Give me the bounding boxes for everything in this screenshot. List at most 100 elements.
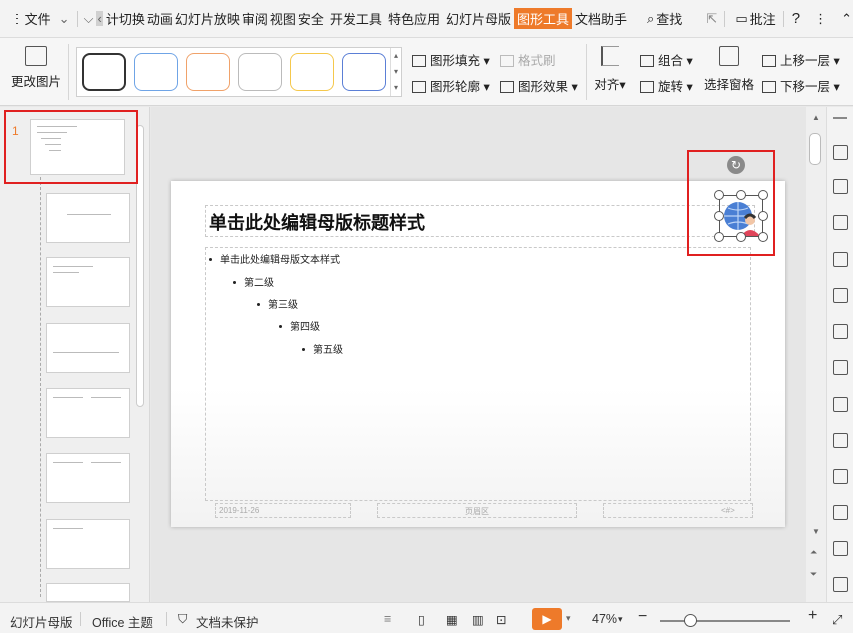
sorter-view-icon[interactable]: ▦ [446,612,458,627]
bring-forward-button[interactable]: 上移一层 ▾ [762,50,840,69]
next-page-icon[interactable]: ⏷ [810,569,817,580]
thumbnail-layout-6[interactable] [46,519,130,569]
shape-effect-label: 图形效果 [518,80,569,94]
scroll-left-icon[interactable]: ‹ [96,11,103,26]
dropdown-icon[interactable]: ⌵ [83,11,95,27]
share-icon[interactable] [833,433,848,448]
change-picture-button[interactable]: 更改图片 [10,46,62,90]
group-button[interactable]: 组合 ▾ [640,50,693,69]
collapse-icon[interactable]: ⌃ [840,11,853,27]
zoom-slider-track[interactable] [660,620,790,622]
style-swatch-6[interactable] [342,53,386,91]
zoom-level[interactable]: 47% [592,612,617,626]
style-swatch-5[interactable] [290,53,334,91]
level-3-text: 第三级 [257,296,298,311]
thumbnail-layout-7[interactable] [46,583,130,602]
rotate-button[interactable]: 旋转 ▾ [640,76,693,95]
send-backward-button[interactable]: 下移一层 ▾ [762,76,840,95]
picture-icon [25,46,47,66]
style-swatch-1[interactable] [82,53,126,91]
fit-window-icon[interactable]: ⤢ [832,612,842,628]
menu-bar: 文件 ⌄ ⌵ ‹ 计切换 动画 幻灯片放映 审阅 视图 安全 开发工具 特色应用… [0,0,853,38]
zoom-out-icon[interactable]: − [638,608,647,626]
body-placeholder[interactable] [205,247,751,501]
ribbon-divider [586,44,587,100]
chevron-down-icon[interactable]: ⌄ [58,11,71,27]
gallery-scroll[interactable]: ▴ ▾ ▾ [390,48,401,96]
search-icon[interactable]: ⌕ [646,11,655,27]
presenter-view-icon[interactable]: ⊡ [496,612,506,627]
collapse-panel-icon[interactable] [833,117,847,119]
tab-drawing-tools[interactable]: 图形工具 [513,8,572,29]
picture-icon[interactable] [833,505,848,520]
protect-status[interactable]: 文档未保护 [196,612,259,631]
align-button[interactable]: 对齐▾ [594,46,626,93]
zoom-dropdown-icon[interactable]: ▾ [618,614,623,625]
thumbnail-layout-2[interactable] [46,257,130,307]
scroll-down-icon[interactable]: ▼ [812,527,820,536]
tab-slide-master[interactable]: 幻灯片母版 [445,9,512,28]
change-picture-label: 更改图片 [10,75,61,89]
menu-icon[interactable] [16,13,18,24]
shape-fill-button[interactable]: 图形填充 ▾ [412,50,490,69]
thumbnail-layout-5[interactable] [46,453,130,503]
tab-developer[interactable]: 开发工具 [329,9,383,28]
thumb-line [91,462,121,463]
thumbnail-layout-1[interactable] [46,193,130,243]
shape-fill-label: 图形填充 [430,54,481,68]
bring-forward-icon [762,55,776,67]
notes-view-icon[interactable]: ≡ [384,612,391,626]
rotate-icon [640,81,654,93]
thumb-line [53,397,83,398]
settings-icon[interactable] [833,360,848,375]
shape-outline-button[interactable]: 图形轮廓 ▾ [412,76,490,95]
style-swatch-3[interactable] [186,53,230,91]
play-button[interactable]: ▶ [532,608,562,630]
selection-pane-button[interactable]: 选择窗格 [704,46,754,93]
thumb-line [53,352,119,353]
tab-slideshow[interactable]: 幻灯片放映 [174,9,241,28]
highlight-thumbnail [4,110,138,184]
play-dropdown-icon[interactable]: ▾ [566,613,571,624]
tab-features[interactable]: 特色应用 [387,9,441,28]
prev-page-icon[interactable]: ⏶ [810,547,817,558]
grid-icon[interactable] [833,288,848,303]
slide-title: 单击此处编辑母版标题样式 [209,213,425,234]
file-menu[interactable]: 文件 [24,9,52,28]
clock-icon[interactable] [833,577,848,592]
tab-animation[interactable]: 动画 [146,9,174,28]
tab-security[interactable]: 安全 [297,9,325,28]
thumbnail-layout-4[interactable] [46,388,130,438]
help-icon[interactable]: ? [791,10,801,27]
tab-design[interactable]: 计切换 [105,9,146,28]
more-icon[interactable]: ⋮ [813,11,828,27]
group-icon [640,55,654,67]
style-swatch-4[interactable] [238,53,282,91]
magic-icon[interactable] [833,145,848,160]
canvas-scrollbar[interactable]: ▲ ▼ ⏶ ⏷ [806,107,826,602]
theme-name[interactable]: Office 主题 [92,612,153,631]
image-icon[interactable] [833,397,848,412]
shape-effect-button[interactable]: 图形效果 ▾ [500,76,578,95]
normal-view-icon[interactable]: ▯ [418,612,425,627]
tab-doc-assistant[interactable]: 文档助手 [574,9,628,28]
chart-icon[interactable] [833,324,848,339]
tab-view[interactable]: 视图 [269,9,297,28]
zoom-in-icon[interactable]: + [808,607,817,625]
share-icon[interactable]: ⇱ [705,11,718,27]
shape-icon[interactable] [833,215,848,230]
bullet-icon [302,348,305,351]
scroll-up-icon[interactable]: ▲ [812,113,820,122]
thumbnail-layout-3[interactable] [46,323,130,373]
scroll-thumb[interactable] [809,133,821,165]
tab-review[interactable]: 审阅 [241,9,269,28]
zoom-slider-thumb[interactable] [684,614,697,627]
archive-icon[interactable] [833,469,848,484]
ribbon-divider [68,44,69,100]
search-button[interactable]: 查找 [655,9,683,28]
reading-view-icon[interactable]: ▥ [472,612,484,627]
media-icon[interactable] [833,541,848,556]
style-swatch-2[interactable] [134,53,178,91]
animation-icon[interactable] [833,179,848,194]
fill-style-icon[interactable] [833,252,848,267]
